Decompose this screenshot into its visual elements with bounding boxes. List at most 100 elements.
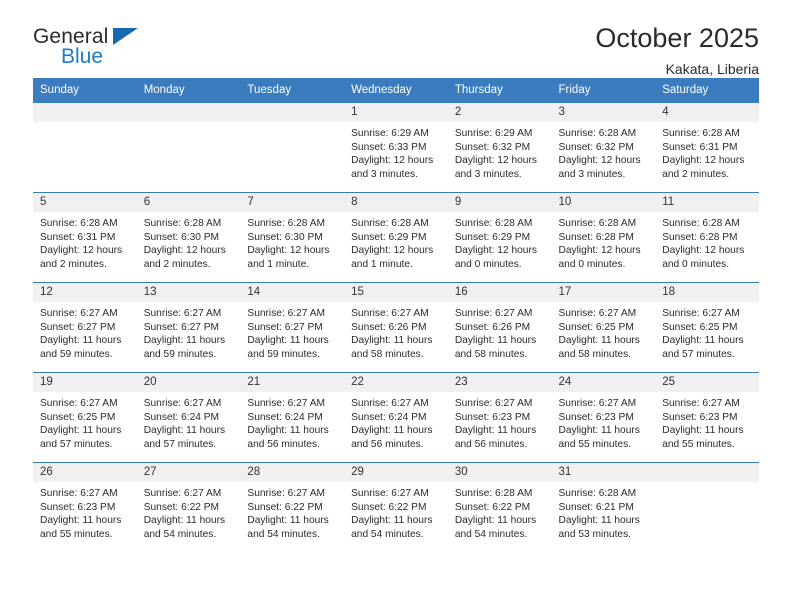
daylight-text-line2: and 55 minutes. — [40, 528, 113, 540]
sunrise-text: Sunrise: 6:27 AM — [40, 488, 118, 499]
day-details: Sunrise: 6:27 AM Sunset: 6:27 PM Daylight:… — [33, 302, 137, 361]
day-number: 15 — [344, 283, 448, 302]
day-number: 21 — [240, 373, 345, 392]
day-details: Sunrise: 6:28 AM Sunset: 6:28 PM Daylight:… — [655, 212, 759, 271]
calendar-day-cell[interactable]: 4 Sunrise: 6:28 AM Sunset: 6:31 PM Daylight… — [655, 103, 759, 193]
daylight-text-line2: and 58 minutes. — [454, 348, 528, 360]
weekday-header-saturday: Saturday — [655, 78, 759, 103]
calendar-day-cell[interactable]: 23 Sunrise: 6:27 AM Sunset: 6:23 PM Dayligh… — [447, 373, 552, 463]
day-details: Sunrise: 6:27 AM Sunset: 6:24 PM Daylight:… — [240, 392, 344, 451]
sunset-text: Sunset: 6:28 PM — [662, 231, 738, 243]
sunset-text: Sunset: 6:25 PM — [558, 321, 634, 333]
day-number: 20 — [136, 373, 241, 392]
calendar-day-cell[interactable]: 7 Sunrise: 6:28 AM Sunset: 6:30 PM Daylight… — [240, 193, 345, 283]
calendar-day-cell[interactable]: 27 Sunrise: 6:27 AM Sunset: 6:22 PM Dayligh… — [136, 463, 241, 553]
calendar-day-cell[interactable]: 16 Sunrise: 6:27 AM Sunset: 6:26 PM Dayligh… — [447, 283, 552, 373]
calendar-day-cell[interactable]: 8 Sunrise: 6:28 AM Sunset: 6:29 PM Daylight… — [344, 193, 448, 283]
sunrise-text: Sunrise: 6:27 AM — [454, 308, 533, 319]
day-number: 12 — [33, 283, 137, 302]
day-number: 22 — [344, 373, 448, 392]
calendar-week-row: 1 Sunrise: 6:29 AM Sunset: 6:33 PM Daylight… — [33, 102, 759, 193]
day-number: 14 — [240, 283, 345, 302]
daylight-text-line1: Daylight: 11 hours — [40, 425, 122, 437]
sunrise-text: Sunrise: 6:28 AM — [558, 128, 637, 139]
calendar-day-cell[interactable]: 10 Sunrise: 6:28 AM Sunset: 6:28 PM Dayligh… — [551, 193, 656, 283]
daylight-text-line2: and 1 minute. — [351, 258, 413, 270]
calendar-day-cell[interactable]: 14 Sunrise: 6:27 AM Sunset: 6:27 PM Dayligh… — [240, 283, 345, 373]
calendar-cell-empty — [240, 103, 345, 193]
calendar-header-row: Sunday Monday Tuesday Wednesday Thursday… — [33, 78, 759, 103]
day-number: 7 — [240, 193, 345, 212]
day-number: 3 — [551, 103, 656, 122]
day-number — [33, 103, 137, 122]
calendar-day-cell[interactable]: 25 Sunrise: 6:27 AM Sunset: 6:23 PM Dayligh… — [655, 373, 759, 463]
calendar-table: Sunday Monday Tuesday Wednesday Thursday… — [33, 78, 759, 553]
calendar-day-cell[interactable]: 17 Sunrise: 6:27 AM Sunset: 6:25 PM Dayligh… — [551, 283, 656, 373]
sunrise-text: Sunrise: 6:27 AM — [40, 308, 118, 319]
sunset-text: Sunset: 6:22 PM — [351, 501, 427, 513]
day-number: 9 — [447, 193, 552, 212]
sunset-text: Sunset: 6:23 PM — [40, 501, 116, 513]
calendar-day-cell[interactable]: 13 Sunrise: 6:27 AM Sunset: 6:27 PM Dayligh… — [136, 283, 241, 373]
day-details: Sunrise: 6:27 AM Sunset: 6:26 PM Daylight:… — [448, 302, 552, 361]
daylight-text-line1: Daylight: 11 hours — [351, 425, 433, 437]
calendar-day-cell[interactable]: 19 Sunrise: 6:27 AM Sunset: 6:25 PM Dayligh… — [33, 373, 137, 463]
calendar-day-cell[interactable]: 21 Sunrise: 6:27 AM Sunset: 6:24 PM Dayligh… — [240, 373, 345, 463]
calendar-day-cell[interactable]: 12 Sunrise: 6:27 AM Sunset: 6:27 PM Dayligh… — [33, 283, 137, 373]
sunset-text: Sunset: 6:29 PM — [351, 231, 427, 243]
day-details: Sunrise: 6:28 AM Sunset: 6:32 PM Daylight:… — [552, 122, 656, 181]
calendar-cell-empty — [655, 463, 759, 553]
daylight-text-line2: and 59 minutes. — [247, 348, 320, 360]
daylight-text-line1: Daylight: 11 hours — [351, 335, 433, 347]
day-details: Sunrise: 6:28 AM Sunset: 6:31 PM Daylight:… — [33, 212, 137, 271]
daylight-text-line1: Daylight: 11 hours — [40, 515, 122, 527]
daylight-text-line1: Daylight: 12 hours — [247, 245, 330, 257]
calendar-day-cell[interactable]: 18 Sunrise: 6:27 AM Sunset: 6:25 PM Dayligh… — [655, 283, 759, 373]
general-blue-logo[interactable]: General Blue — [33, 22, 163, 74]
day-number: 13 — [136, 283, 241, 302]
calendar-day-cell[interactable]: 11 Sunrise: 6:28 AM Sunset: 6:28 PM Dayligh… — [655, 193, 759, 283]
daylight-text-line1: Daylight: 12 hours — [143, 245, 226, 257]
calendar-day-cell[interactable]: 24 Sunrise: 6:27 AM Sunset: 6:23 PM Dayligh… — [551, 373, 656, 463]
calendar-day-cell[interactable]: 2 Sunrise: 6:29 AM Sunset: 6:32 PM Daylight… — [447, 103, 552, 193]
calendar-day-cell[interactable]: 29 Sunrise: 6:27 AM Sunset: 6:22 PM Dayligh… — [344, 463, 448, 553]
day-details: Sunrise: 6:28 AM Sunset: 6:21 PM Daylight:… — [552, 482, 656, 541]
sunrise-text: Sunrise: 6:28 AM — [662, 128, 740, 139]
calendar-day-cell[interactable]: 28 Sunrise: 6:27 AM Sunset: 6:22 PM Dayligh… — [240, 463, 345, 553]
daylight-text-line2: and 59 minutes. — [40, 348, 113, 360]
calendar-week-row: 19 Sunrise: 6:27 AM Sunset: 6:25 PM Dayligh… — [33, 372, 759, 463]
day-number: 11 — [655, 193, 759, 212]
sunrise-text: Sunrise: 6:27 AM — [40, 398, 118, 409]
day-number: 28 — [240, 463, 345, 482]
sunset-text: Sunset: 6:24 PM — [143, 411, 220, 423]
sunset-text: Sunset: 6:29 PM — [454, 231, 531, 243]
day-details: Sunrise: 6:28 AM Sunset: 6:30 PM Daylight:… — [240, 212, 344, 271]
daylight-text-line1: Daylight: 11 hours — [558, 425, 640, 437]
calendar-day-cell[interactable]: 9 Sunrise: 6:28 AM Sunset: 6:29 PM Daylight… — [447, 193, 552, 283]
day-details: Sunrise: 6:27 AM Sunset: 6:27 PM Daylight:… — [240, 302, 344, 361]
day-number: 1 — [344, 103, 448, 122]
day-number: 5 — [33, 193, 137, 212]
daylight-text-line1: Daylight: 11 hours — [143, 425, 226, 437]
calendar-day-cell[interactable]: 31 Sunrise: 6:28 AM Sunset: 6:21 PM Dayligh… — [551, 463, 656, 553]
calendar-day-cell[interactable]: 26 Sunrise: 6:27 AM Sunset: 6:23 PM Dayligh… — [33, 463, 137, 553]
sunset-text: Sunset: 6:25 PM — [40, 411, 116, 423]
calendar-day-cell[interactable]: 5 Sunrise: 6:28 AM Sunset: 6:31 PM Daylight… — [33, 193, 137, 283]
calendar-day-cell[interactable]: 20 Sunrise: 6:27 AM Sunset: 6:24 PM Dayligh… — [136, 373, 241, 463]
calendar-day-cell[interactable]: 1 Sunrise: 6:29 AM Sunset: 6:33 PM Daylight… — [344, 103, 448, 193]
weekday-header-wednesday: Wednesday — [344, 78, 448, 103]
sunrise-text: Sunrise: 6:27 AM — [247, 308, 325, 319]
daylight-text-line2: and 58 minutes. — [558, 348, 632, 360]
daylight-text-line1: Daylight: 12 hours — [558, 245, 641, 257]
calendar-day-cell[interactable]: 15 Sunrise: 6:27 AM Sunset: 6:26 PM Dayligh… — [344, 283, 448, 373]
daylight-text-line1: Daylight: 11 hours — [143, 335, 226, 347]
calendar-day-cell[interactable]: 6 Sunrise: 6:28 AM Sunset: 6:30 PM Daylight… — [136, 193, 241, 283]
day-number: 29 — [344, 463, 448, 482]
calendar-cell-empty — [33, 103, 137, 193]
calendar-day-cell[interactable]: 3 Sunrise: 6:28 AM Sunset: 6:32 PM Daylight… — [551, 103, 656, 193]
calendar-day-cell[interactable]: 30 Sunrise: 6:28 AM Sunset: 6:22 PM Dayligh… — [447, 463, 552, 553]
daylight-text-line1: Daylight: 11 hours — [143, 515, 226, 527]
calendar-day-cell[interactable]: 22 Sunrise: 6:27 AM Sunset: 6:24 PM Dayligh… — [344, 373, 448, 463]
day-details: Sunrise: 6:29 AM Sunset: 6:33 PM Daylight:… — [344, 122, 448, 181]
sunrise-text: Sunrise: 6:28 AM — [454, 488, 533, 499]
